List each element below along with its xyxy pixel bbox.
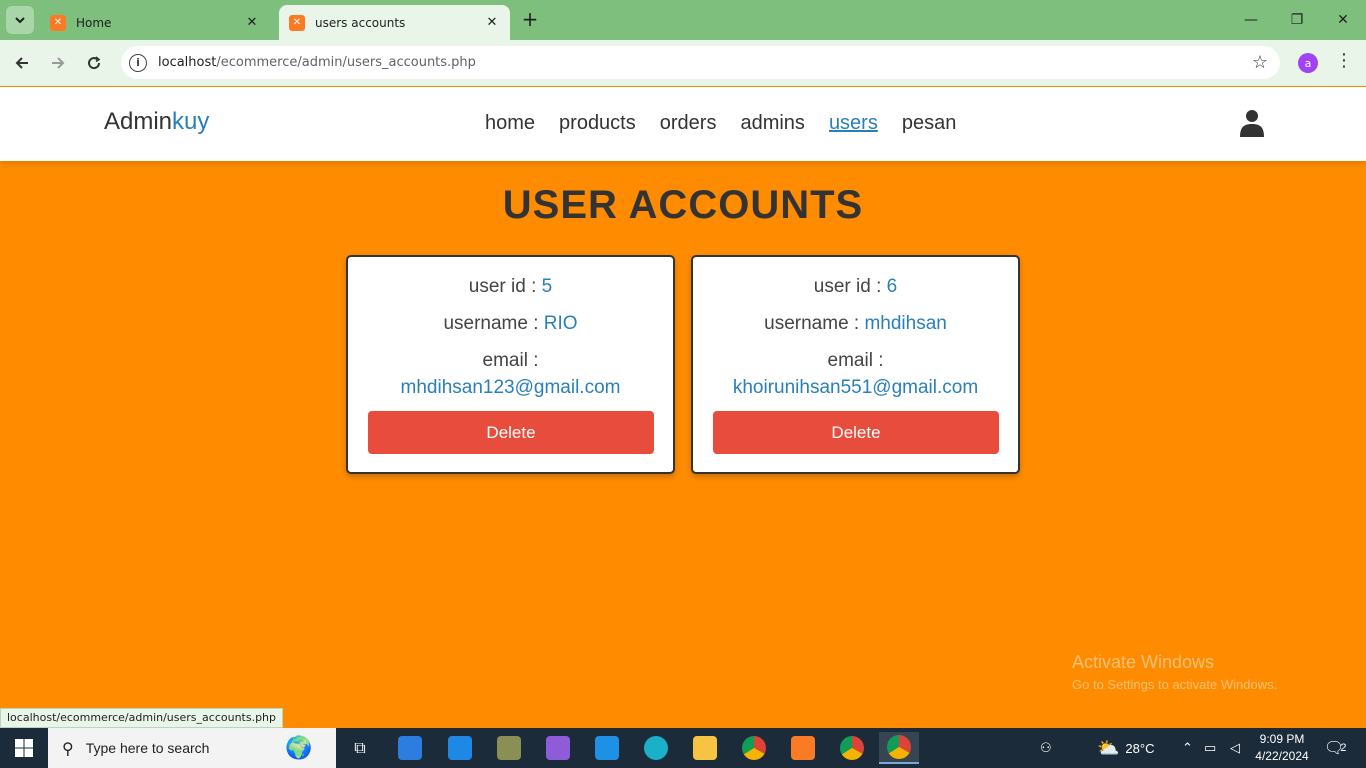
- browser-tab-bar: ✕ Home ✕ ✕ users accounts ✕ + — ❐ ✕: [0, 0, 1366, 40]
- network-icon[interactable]: ▭: [1204, 728, 1216, 768]
- vscode-icon[interactable]: [587, 732, 627, 764]
- chrome-icon[interactable]: [734, 732, 774, 764]
- main-nav: home products orders admins users pesan: [485, 112, 956, 135]
- user-icon[interactable]: [1240, 109, 1264, 137]
- delete-button[interactable]: Delete: [368, 411, 654, 454]
- notification-count: 2: [1340, 742, 1347, 754]
- system-clock[interactable]: 9:09 PM 4/22/2024: [1252, 731, 1312, 765]
- search-placeholder: Type here to search: [85, 740, 210, 756]
- visual-studio-icon[interactable]: [538, 732, 578, 764]
- status-bar-url: localhost/ecommerce/admin/users_accounts…: [0, 708, 284, 728]
- start-button[interactable]: [0, 728, 48, 768]
- chrome-active-icon[interactable]: [879, 732, 919, 764]
- user-card: user id : 6 username : mhdihsan email :k…: [691, 255, 1020, 474]
- chrome-profile-icon[interactable]: [832, 732, 872, 764]
- email-row: email : khoirunihsan551@gmail.com: [732, 350, 979, 398]
- user-cards: user id : 5 username : RIO email : mhdihs…: [346, 255, 1020, 474]
- close-icon[interactable]: ✕: [244, 15, 260, 30]
- nav-admins[interactable]: admins: [740, 112, 804, 135]
- tools-icon[interactable]: [489, 732, 529, 764]
- browser-menu-icon[interactable]: ⋮: [1334, 50, 1354, 71]
- weather-widget[interactable]: ⛅ 28°C: [1097, 728, 1154, 768]
- notification-center[interactable]: 🗨 2: [1324, 728, 1346, 768]
- close-window-button[interactable]: ✕: [1320, 0, 1366, 40]
- email-row: email : mhdihsan123@gmail.com: [400, 350, 621, 398]
- xampp-icon[interactable]: [783, 732, 823, 764]
- site-info-icon[interactable]: i: [129, 53, 147, 72]
- user-id-row: user id : 5: [468, 276, 553, 297]
- profile-avatar[interactable]: a: [1298, 53, 1318, 73]
- site-header: Adminkuy home products orders admins use…: [0, 87, 1366, 161]
- mail-icon[interactable]: [440, 732, 480, 764]
- delete-button[interactable]: Delete: [713, 411, 999, 454]
- tab-home[interactable]: ✕ Home ✕: [40, 5, 270, 40]
- people-icon[interactable]: ⚇: [1040, 728, 1052, 768]
- forward-button[interactable]: [43, 48, 73, 78]
- arrow-right-icon: [52, 57, 65, 69]
- nav-products[interactable]: products: [559, 112, 636, 135]
- minimize-button[interactable]: —: [1228, 0, 1274, 40]
- nav-pesan[interactable]: pesan: [902, 112, 957, 135]
- windows-taskbar: ⚲ Type here to search 🌍 ⧉ ⚇ ⛅ 28°C ⌃ ▭ ◁…: [0, 728, 1366, 768]
- logo[interactable]: Adminkuy: [104, 108, 209, 136]
- new-tab-button[interactable]: +: [518, 8, 542, 32]
- task-view-icon[interactable]: ⧉: [340, 732, 380, 764]
- search-icon: ⚲: [62, 738, 74, 758]
- username-row: username : mhdihsan: [764, 313, 947, 334]
- close-icon[interactable]: ✕: [484, 15, 500, 30]
- xampp-icon: ✕: [50, 14, 66, 31]
- weather-icon: ⛅: [1097, 737, 1120, 758]
- tab-title: Home: [76, 15, 112, 30]
- url-text: localhost/ecommerce/admin/users_accounts…: [158, 55, 476, 70]
- file-explorer-icon[interactable]: [685, 732, 725, 764]
- reload-button[interactable]: [79, 48, 109, 78]
- nav-home[interactable]: home: [485, 112, 535, 135]
- edge-icon[interactable]: [636, 732, 676, 764]
- chevron-up-icon[interactable]: ⌃: [1182, 728, 1193, 768]
- windows-logo-icon: [15, 739, 33, 757]
- username-row: username : RIO: [443, 313, 578, 334]
- user-card: user id : 5 username : RIO email : mhdihs…: [346, 255, 675, 474]
- restore-button[interactable]: ❐: [1274, 0, 1320, 40]
- page-title: USER ACCOUNTS: [502, 183, 864, 227]
- activate-windows-watermark: Activate Windows Go to Settings to activ…: [1072, 652, 1278, 692]
- volume-icon[interactable]: ◁: [1230, 728, 1240, 768]
- nav-orders[interactable]: orders: [660, 112, 717, 135]
- bookmark-star-icon[interactable]: ☆: [1252, 52, 1268, 73]
- microsoft-store-icon[interactable]: [390, 732, 430, 764]
- back-button[interactable]: [7, 48, 37, 78]
- taskbar-search[interactable]: ⚲ Type here to search 🌍: [48, 728, 336, 768]
- nav-users[interactable]: users: [829, 112, 878, 135]
- tab-title: users accounts: [315, 15, 406, 30]
- user-id-row: user id : 6: [813, 276, 898, 297]
- earth-icon: 🌍: [285, 735, 313, 761]
- arrow-left-icon: [15, 57, 28, 69]
- address-bar[interactable]: i localhost/ecommerce/admin/users_accoun…: [121, 46, 1280, 79]
- chevron-down-icon: [15, 17, 25, 24]
- xampp-icon: ✕: [289, 14, 305, 31]
- browser-toolbar: i localhost/ecommerce/admin/users_accoun…: [0, 40, 1366, 86]
- reload-icon: [88, 56, 101, 70]
- weather-temp: 28°C: [1125, 740, 1155, 756]
- tab-users-accounts[interactable]: ✕ users accounts ✕: [279, 5, 510, 40]
- tab-search-button[interactable]: [6, 6, 34, 34]
